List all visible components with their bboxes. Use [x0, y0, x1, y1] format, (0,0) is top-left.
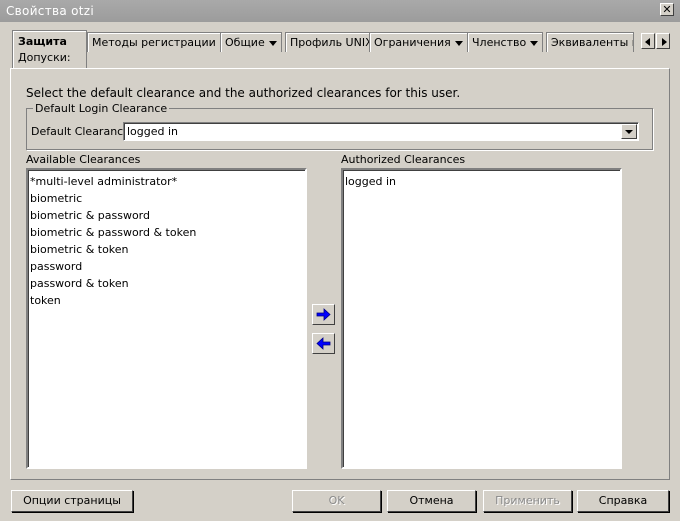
apply-button[interactable]: Применить	[483, 490, 572, 512]
arrow-left-icon	[316, 337, 331, 350]
help-button[interactable]: Справка	[577, 490, 669, 512]
arrow-left-icon	[645, 38, 650, 46]
tab-unix-profile[interactable]: Профиль UNIX	[285, 32, 378, 52]
tab-unix-profile-label: Профиль UNIX	[290, 36, 373, 49]
tab-clearances-sublabel[interactable]: Допуски:	[18, 50, 81, 66]
remove-clearance-button[interactable]	[312, 333, 335, 354]
cancel-button[interactable]: Отмена	[387, 490, 476, 512]
list-item[interactable]: logged in	[345, 173, 620, 190]
list-item[interactable]: token	[30, 292, 305, 309]
list-item[interactable]: *multi-level administrator*	[30, 173, 305, 190]
list-item[interactable]: biometric	[30, 190, 305, 207]
tab-general[interactable]: Общие	[220, 32, 282, 52]
chevron-down-icon	[454, 40, 463, 46]
ok-button[interactable]: OK	[292, 490, 381, 512]
tab-login-methods-label: Методы регистрации	[92, 36, 216, 49]
page-options-button[interactable]: Опции страницы	[11, 490, 133, 512]
list-item[interactable]: biometric & password & token	[30, 224, 305, 241]
close-icon: ✕	[662, 3, 672, 16]
close-button[interactable]: ✕	[660, 3, 674, 16]
list-item[interactable]: biometric & token	[30, 241, 305, 258]
list-item[interactable]: password	[30, 258, 305, 275]
default-clearance-select[interactable]: logged in	[123, 122, 639, 141]
chevron-down-icon	[268, 40, 277, 46]
list-item[interactable]: password & token	[30, 275, 305, 292]
arrow-right-icon	[662, 38, 667, 46]
chevron-down-icon	[625, 130, 633, 134]
tab-membership[interactable]: Членство	[467, 32, 544, 52]
tab-security-label: Защита	[18, 35, 67, 48]
default-clearance-dropdown-button[interactable]	[621, 124, 637, 139]
default-login-group-title: Default Login Clearance	[33, 102, 170, 115]
tab-membership-label: Членство	[472, 36, 527, 49]
tab-security[interactable]: Защита Допуски:	[12, 30, 87, 68]
tab-equivalents-label: Эквиваленты п	[551, 36, 634, 49]
tab-general-label: Общие	[225, 36, 265, 49]
tab-scroll-right-button[interactable]	[656, 33, 670, 49]
tab-equivalents[interactable]: Эквиваленты п	[546, 32, 634, 52]
instruction-text: Select the default clearance and the aut…	[26, 86, 461, 100]
title-bar[interactable]: Свойства otzi ✕	[0, 0, 680, 22]
list-item[interactable]: biometric & password	[30, 207, 305, 224]
tab-login-methods[interactable]: Методы регистрации	[87, 32, 233, 52]
properties-dialog: Свойства otzi ✕ Защита Допуски: Методы р…	[0, 0, 680, 521]
authorized-clearances-list[interactable]: logged in	[341, 168, 622, 469]
tab-restrictions[interactable]: Ограничения	[369, 32, 468, 52]
default-clearance-label: Default Clearance:	[31, 125, 134, 138]
tab-scroll-arrows	[641, 33, 671, 49]
tab-strip: Защита Допуски: Методы регистрации Общие…	[8, 30, 672, 68]
arrow-right-icon	[316, 308, 331, 321]
available-clearances-label: Available Clearances	[26, 153, 141, 166]
chevron-down-icon	[530, 40, 539, 46]
authorized-clearances-label: Authorized Clearances	[341, 153, 466, 166]
available-clearances-list[interactable]: *multi-level administrator* biometric bi…	[26, 168, 307, 469]
tab-scroll-left-button[interactable]	[641, 33, 655, 49]
add-clearance-button[interactable]	[312, 304, 335, 325]
window-title: Свойства otzi	[6, 4, 94, 18]
tab-restrictions-label: Ограничения	[374, 36, 451, 49]
default-clearance-value: logged in	[127, 125, 179, 138]
